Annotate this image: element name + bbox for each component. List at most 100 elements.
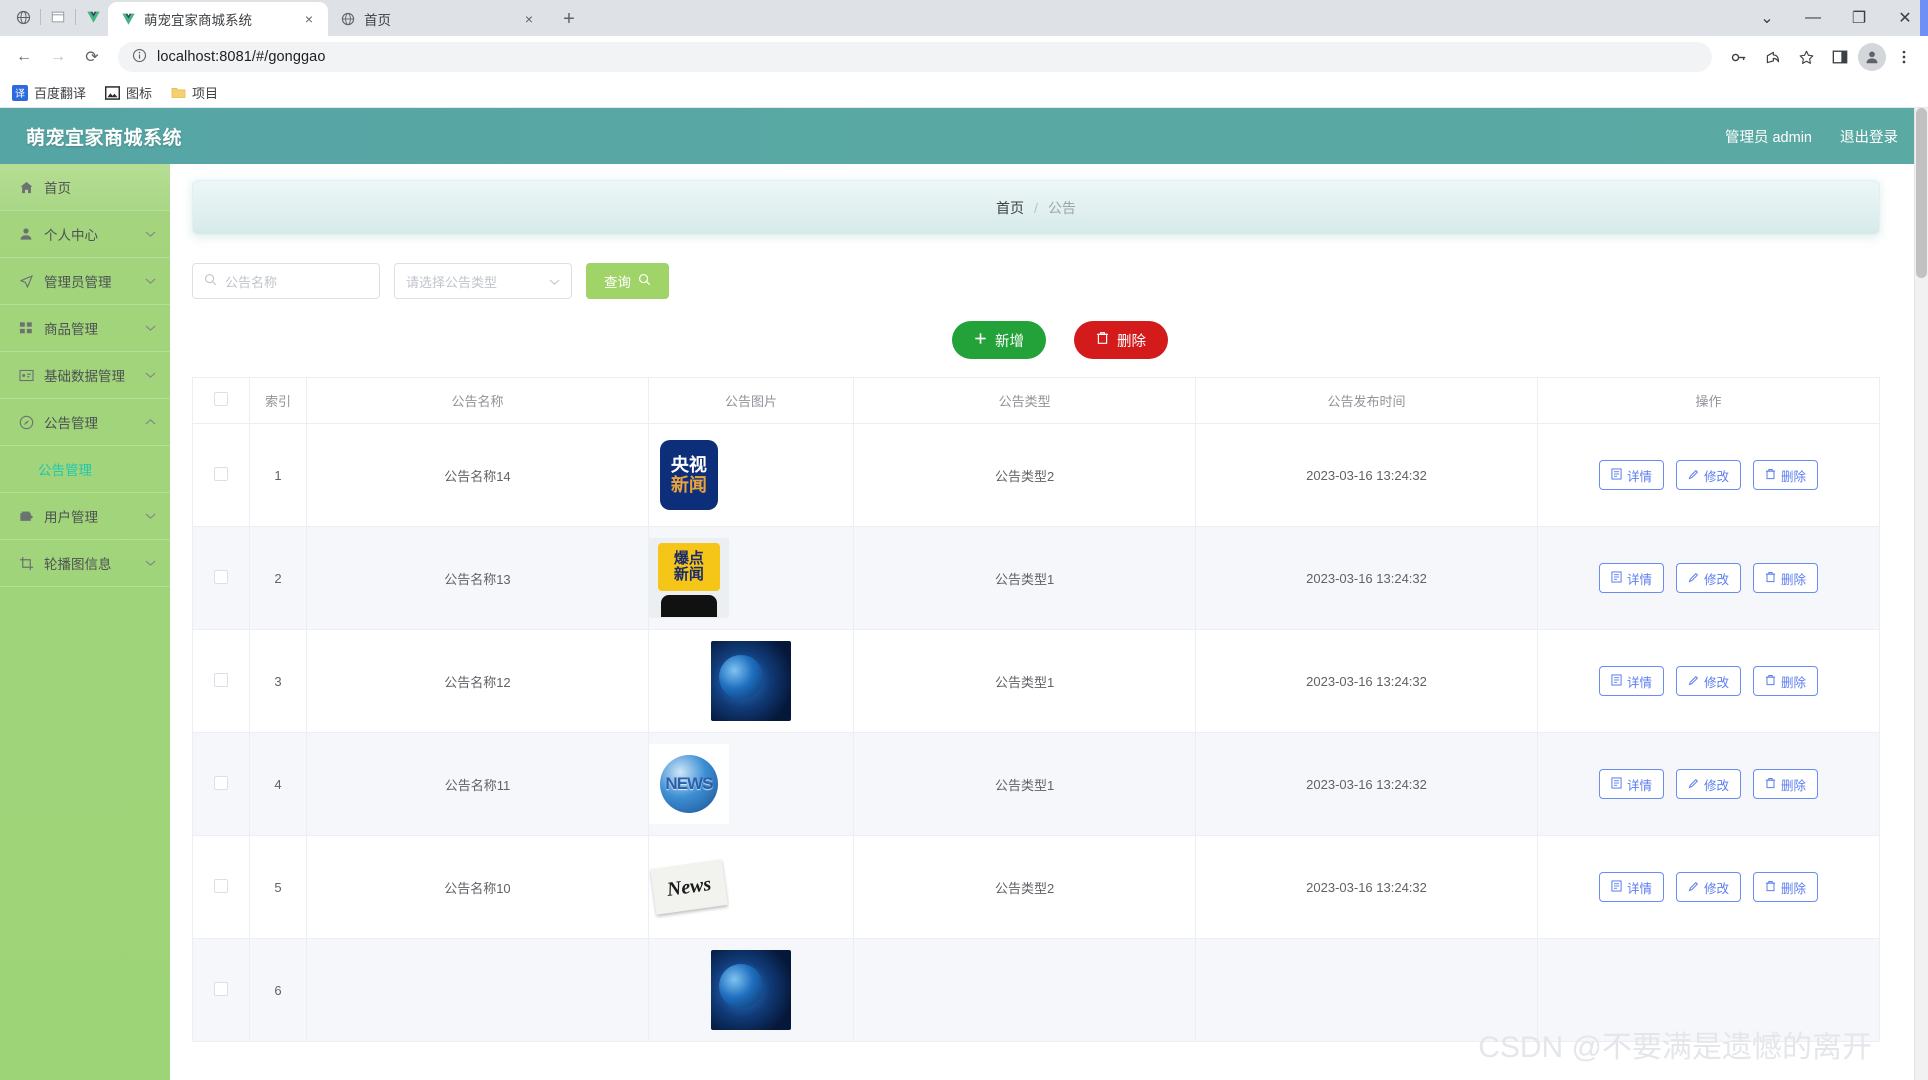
row-type: 公告类型2 <box>853 835 1197 939</box>
sidepanel-icon[interactable] <box>1824 41 1856 73</box>
table-row[interactable]: 5 公告名称10 News 公告类型2 2023-03-16 13:24:32 <box>192 835 1880 939</box>
table-row[interactable]: 4 公告名称11 NEWS 公告类型1 2023-03-16 13:24:32 <box>192 732 1880 836</box>
chevron-down-icon <box>549 274 560 289</box>
sidebar-item-label: 个人中心 <box>44 228 98 243</box>
back-icon[interactable]: ← <box>8 41 40 73</box>
maximize-button[interactable]: ❐ <box>1836 0 1882 36</box>
key-icon[interactable] <box>1722 41 1754 73</box>
page-viewport: 萌宠宜家商城系统 管理员 admin 退出登录 首页 个人中心 管理员管理 商品… <box>0 108 1928 1080</box>
main-content: 首页 / 公告 公告名称 请选择公告类型 查询 新增 删除 索引 公告名称 公告… <box>170 164 1928 1080</box>
address-bar[interactable]: localhost:8081/#/gonggao <box>118 42 1712 72</box>
delete-button[interactable]: 删除 <box>1753 666 1819 696</box>
announcement-thumbnail[interactable]: 爆点 新闻 <box>648 538 729 618</box>
sidebar-subitem-announcement-management[interactable]: 公告管理 <box>0 446 170 493</box>
window-icon[interactable] <box>43 0 73 34</box>
sidebar-item-personal-center[interactable]: 个人中心 <box>0 211 170 258</box>
sidebar-item-admin-management[interactable]: 管理员管理 <box>0 258 170 305</box>
tab-search-icon[interactable]: ⌄ <box>1744 0 1790 36</box>
delete-button[interactable]: 删除 <box>1753 460 1819 490</box>
pencil-icon <box>1688 674 1699 689</box>
delete-button[interactable]: 删除 <box>1753 563 1819 593</box>
sidebar-item-announcement-management[interactable]: 公告管理 <box>0 399 170 446</box>
info-circle-icon[interactable] <box>132 48 147 67</box>
row-checkbox[interactable] <box>213 878 228 893</box>
forward-icon[interactable]: → <box>42 41 74 73</box>
browser-tab-active[interactable]: 萌宠宜家商城系统 × <box>108 2 328 36</box>
postcard-icon <box>18 367 34 383</box>
edit-button[interactable]: 修改 <box>1675 460 1741 490</box>
details-button-label: 详情 <box>1626 778 1652 793</box>
details-button[interactable]: 详情 <box>1598 563 1664 593</box>
sidebar-item-product-management[interactable]: 商品管理 <box>0 305 170 352</box>
table-row[interactable]: 1 公告名称14 央视 新闻 公告类型2 2023-03-16 13:24:32… <box>192 423 1880 527</box>
select-all-checkbox[interactable] <box>213 392 228 406</box>
logout-button[interactable]: 退出登录 <box>1840 126 1898 147</box>
delete-button-label: 删除 <box>1781 778 1807 793</box>
announcement-thumbnail[interactable]: NEWS <box>648 744 729 824</box>
share-icon[interactable] <box>1756 41 1788 73</box>
breadcrumb-home[interactable]: 首页 <box>996 198 1024 218</box>
row-publish-time: 2023-03-16 13:24:32 <box>1195 732 1538 836</box>
user-icon <box>18 226 34 242</box>
row-checkbox[interactable] <box>213 569 228 584</box>
add-button[interactable]: 新增 <box>952 321 1046 359</box>
profile-icon[interactable] <box>1858 43 1886 71</box>
page-scrollbar[interactable] <box>1914 108 1928 1080</box>
app-header: 萌宠宜家商城系统 管理员 admin 退出登录 <box>0 108 1928 164</box>
globe-icon[interactable] <box>8 0 38 34</box>
menu-icon[interactable] <box>1888 41 1920 73</box>
row-checkbox[interactable] <box>213 981 228 996</box>
announcement-type-select[interactable]: 请选择公告类型 <box>394 263 572 299</box>
query-button[interactable]: 查询 <box>586 263 669 299</box>
close-icon[interactable]: × <box>520 10 538 28</box>
close-icon[interactable]: × <box>300 10 318 28</box>
scrollbar-thumb[interactable] <box>1916 108 1927 278</box>
new-tab-button[interactable]: + <box>554 4 584 34</box>
browser-tab-inactive[interactable]: 首页 × <box>328 2 548 36</box>
row-name: 公告名称12 <box>306 629 649 733</box>
announcement-name-input[interactable]: 公告名称 <box>192 263 380 299</box>
chevron-down-icon <box>144 510 156 522</box>
pencil-icon <box>1688 880 1699 895</box>
filter-row: 公告名称 请选择公告类型 查询 <box>170 235 1928 299</box>
column-header-index: 索引 <box>249 377 307 424</box>
trash-icon <box>1765 571 1776 586</box>
trash-icon <box>1096 331 1109 349</box>
table-row[interactable]: 3 公告名称12 公告类型1 2023-03-16 13:24:32 详情 修改… <box>192 629 1880 733</box>
details-button[interactable]: 详情 <box>1598 460 1664 490</box>
sidebar-item-basic-data-management[interactable]: 基础数据管理 <box>0 352 170 399</box>
sidebar-item-home[interactable]: 首页 <box>0 164 170 211</box>
star-icon[interactable] <box>1790 41 1822 73</box>
row-checkbox[interactable] <box>213 672 228 687</box>
announcement-thumbnail[interactable]: 央视 新闻 <box>648 435 729 515</box>
edit-button[interactable]: 修改 <box>1675 563 1741 593</box>
row-checkbox[interactable] <box>213 466 228 481</box>
bookmark-item[interactable]: 译 百度翻译 <box>12 83 86 102</box>
bookmark-item[interactable]: 项目 <box>170 83 218 102</box>
row-publish-time: 2023-03-16 13:24:32 <box>1195 526 1538 630</box>
reload-icon[interactable]: ⟳ <box>76 41 108 73</box>
table-row[interactable]: 6 <box>192 938 1880 1042</box>
bookmark-item[interactable]: 图标 <box>104 83 152 102</box>
delete-button[interactable]: 删除 <box>1753 872 1819 902</box>
announcement-thumbnail[interactable] <box>711 950 791 1030</box>
delete-button[interactable]: 删除 <box>1753 769 1819 799</box>
edit-button[interactable]: 修改 <box>1675 769 1741 799</box>
batch-delete-button[interactable]: 删除 <box>1074 321 1168 359</box>
edit-button[interactable]: 修改 <box>1675 872 1741 902</box>
sidebar-item-user-management[interactable]: 用户管理 <box>0 493 170 540</box>
announcement-thumbnail[interactable] <box>711 641 791 721</box>
details-button-label: 详情 <box>1626 675 1652 690</box>
edit-button[interactable]: 修改 <box>1675 666 1741 696</box>
vue-icon[interactable] <box>78 0 108 34</box>
announcement-thumbnail[interactable]: News <box>648 847 729 927</box>
details-button[interactable]: 详情 <box>1598 872 1664 902</box>
window-accent-strip <box>1920 0 1928 36</box>
details-button[interactable]: 详情 <box>1598 769 1664 799</box>
details-button[interactable]: 详情 <box>1598 666 1664 696</box>
url-text: localhost:8081/#/gonggao <box>157 49 326 65</box>
minimize-button[interactable]: — <box>1790 0 1836 36</box>
table-row[interactable]: 2 公告名称13 爆点新闻 公告类型1 2023-03-16 13:24:32 <box>192 526 1880 630</box>
sidebar-item-carousel-info[interactable]: 轮播图信息 <box>0 540 170 587</box>
row-checkbox[interactable] <box>213 775 228 790</box>
